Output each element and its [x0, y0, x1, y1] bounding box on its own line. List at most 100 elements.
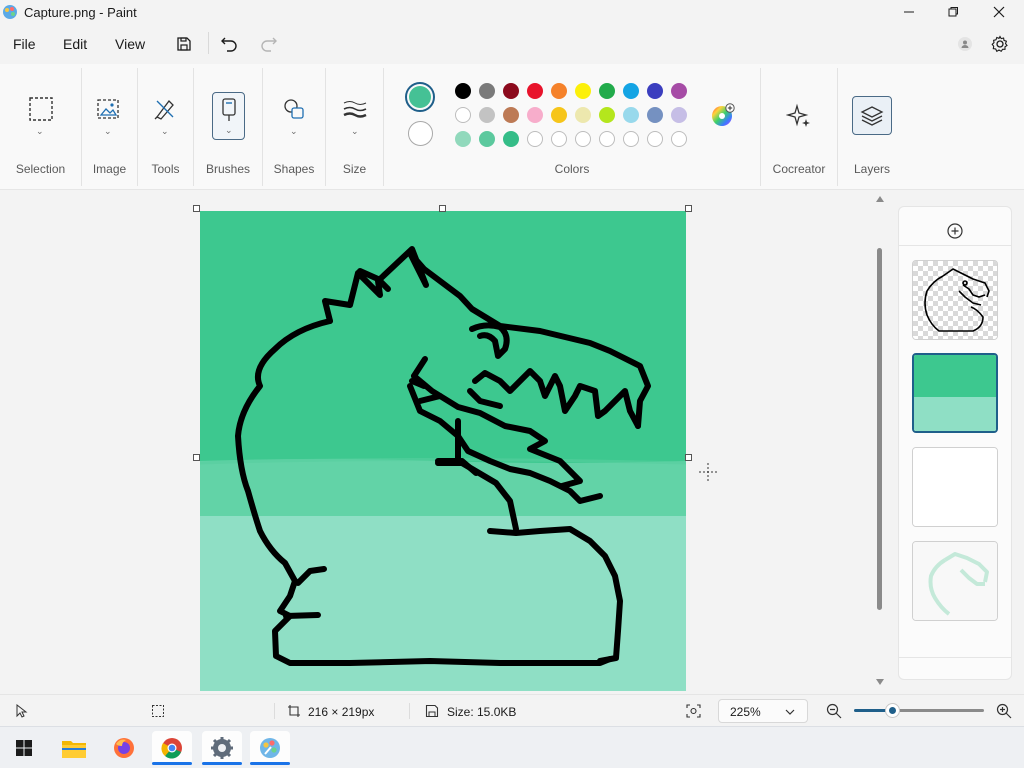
- chevron-down-icon[interactable]: ⌄: [36, 126, 44, 137]
- panel-divider: [899, 657, 1011, 658]
- primary-color-button[interactable]: [405, 82, 435, 112]
- redo-button[interactable]: [256, 31, 282, 57]
- shapes-button[interactable]: [279, 94, 309, 124]
- shapes-group: ⌄ Shapes: [263, 64, 325, 190]
- drawing-canvas[interactable]: [200, 211, 686, 691]
- taskbar-file-explorer[interactable]: [54, 731, 94, 765]
- status-separator: [274, 703, 275, 719]
- resize-handle[interactable]: [193, 454, 200, 461]
- resize-handle[interactable]: [685, 454, 692, 461]
- color-swatch[interactable]: [647, 107, 663, 123]
- layer-drawing-thumbnail: [913, 261, 997, 339]
- chrome-icon: [161, 738, 182, 759]
- menu-view[interactable]: View: [115, 36, 145, 52]
- color-swatch[interactable]: [455, 131, 471, 147]
- zoom-select[interactable]: 225%: [718, 699, 808, 723]
- color-swatch[interactable]: [575, 131, 591, 147]
- tools-button[interactable]: [150, 94, 180, 124]
- color-swatch[interactable]: [503, 83, 519, 99]
- layer-blank-thumbnail: [913, 448, 997, 526]
- color-swatch[interactable]: [647, 131, 663, 147]
- color-swatch[interactable]: [671, 83, 687, 99]
- layer-blank[interactable]: [912, 447, 998, 527]
- selection-button[interactable]: [26, 94, 56, 124]
- fit-to-window-icon[interactable]: [686, 704, 701, 718]
- chevron-down-icon[interactable]: ⌄: [225, 125, 233, 136]
- active-app-indicator: [250, 762, 290, 765]
- color-swatch[interactable]: [527, 107, 543, 123]
- color-swatch[interactable]: [551, 131, 567, 147]
- chevron-down-icon[interactable]: ⌄: [104, 126, 112, 137]
- chevron-down-icon[interactable]: ⌄: [351, 126, 359, 137]
- account-button[interactable]: [952, 31, 978, 57]
- color-swatch[interactable]: [623, 107, 639, 123]
- color-swatch[interactable]: [575, 83, 591, 99]
- layers-button[interactable]: [852, 96, 892, 135]
- taskbar-firefox[interactable]: [104, 731, 144, 765]
- secondary-color-button[interactable]: [408, 121, 433, 146]
- chevron-down-icon[interactable]: ⌄: [161, 126, 169, 137]
- scroll-down-icon[interactable]: [876, 679, 884, 685]
- layers-label: Layers: [853, 162, 891, 176]
- sparkle-icon: [786, 103, 810, 127]
- layer-shadow-thumbnail: [913, 542, 997, 620]
- color-swatch[interactable]: [479, 107, 495, 123]
- menu-edit[interactable]: Edit: [63, 36, 87, 52]
- color-swatch[interactable]: [503, 131, 519, 147]
- cocreator-button[interactable]: [785, 102, 813, 130]
- layers-panel: [898, 206, 1012, 680]
- color-swatch[interactable]: [551, 83, 567, 99]
- zoom-slider[interactable]: [854, 704, 984, 717]
- taskbar-settings[interactable]: [202, 731, 242, 765]
- undo-button[interactable]: [216, 31, 242, 57]
- color-swatch[interactable]: [455, 107, 471, 123]
- image-button[interactable]: [93, 94, 123, 124]
- color-swatch[interactable]: [623, 131, 639, 147]
- color-swatch[interactable]: [599, 131, 615, 147]
- scroll-up-icon[interactable]: [876, 196, 884, 202]
- color-swatch[interactable]: [479, 131, 495, 147]
- color-swatch[interactable]: [671, 107, 687, 123]
- color-swatch[interactable]: [551, 107, 567, 123]
- brushes-group: ⌄ Brushes: [194, 64, 262, 190]
- undo-icon: [221, 37, 237, 52]
- color-swatch[interactable]: [503, 107, 519, 123]
- resize-handle[interactable]: [439, 205, 446, 212]
- add-layer-button[interactable]: [946, 222, 964, 240]
- color-swatch[interactable]: [527, 83, 543, 99]
- zoom-in-icon[interactable]: [996, 703, 1012, 719]
- color-swatch[interactable]: [647, 83, 663, 99]
- layer-background-selected[interactable]: [912, 353, 998, 433]
- resize-handle[interactable]: [685, 205, 692, 212]
- layer-drawing[interactable]: [912, 260, 998, 340]
- resize-handle[interactable]: [193, 205, 200, 212]
- taskbar-paint[interactable]: [250, 731, 290, 765]
- save-button[interactable]: [171, 31, 197, 57]
- color-swatch[interactable]: [575, 107, 591, 123]
- layer-shadow[interactable]: [912, 541, 998, 621]
- color-swatch[interactable]: [671, 131, 687, 147]
- minimize-button[interactable]: [886, 0, 932, 24]
- chevron-down-icon[interactable]: ⌄: [290, 126, 298, 137]
- zoom-out-icon[interactable]: [826, 703, 842, 719]
- taskbar-chrome[interactable]: [152, 731, 192, 765]
- settings-button[interactable]: [987, 31, 1013, 57]
- color-swatch[interactable]: [599, 107, 615, 123]
- vertical-scrollbar[interactable]: [872, 194, 888, 688]
- color-swatch[interactable]: [479, 83, 495, 99]
- color-swatch[interactable]: [455, 83, 471, 99]
- color-swatch[interactable]: [599, 83, 615, 99]
- color-swatch[interactable]: [527, 131, 543, 147]
- start-button[interactable]: [4, 731, 44, 765]
- close-button[interactable]: [976, 0, 1022, 24]
- scrollbar-thumb[interactable]: [877, 248, 882, 610]
- size-button[interactable]: [340, 94, 370, 124]
- maximize-button[interactable]: [930, 0, 976, 24]
- brushes-button[interactable]: ⌄: [212, 92, 245, 140]
- colors-label: Colors: [554, 162, 590, 176]
- edit-colors-button[interactable]: [710, 102, 736, 128]
- menu-separator: [208, 32, 209, 54]
- color-swatch[interactable]: [623, 83, 639, 99]
- menu-file[interactable]: File: [13, 36, 36, 52]
- zoom-slider-thumb[interactable]: [886, 704, 899, 717]
